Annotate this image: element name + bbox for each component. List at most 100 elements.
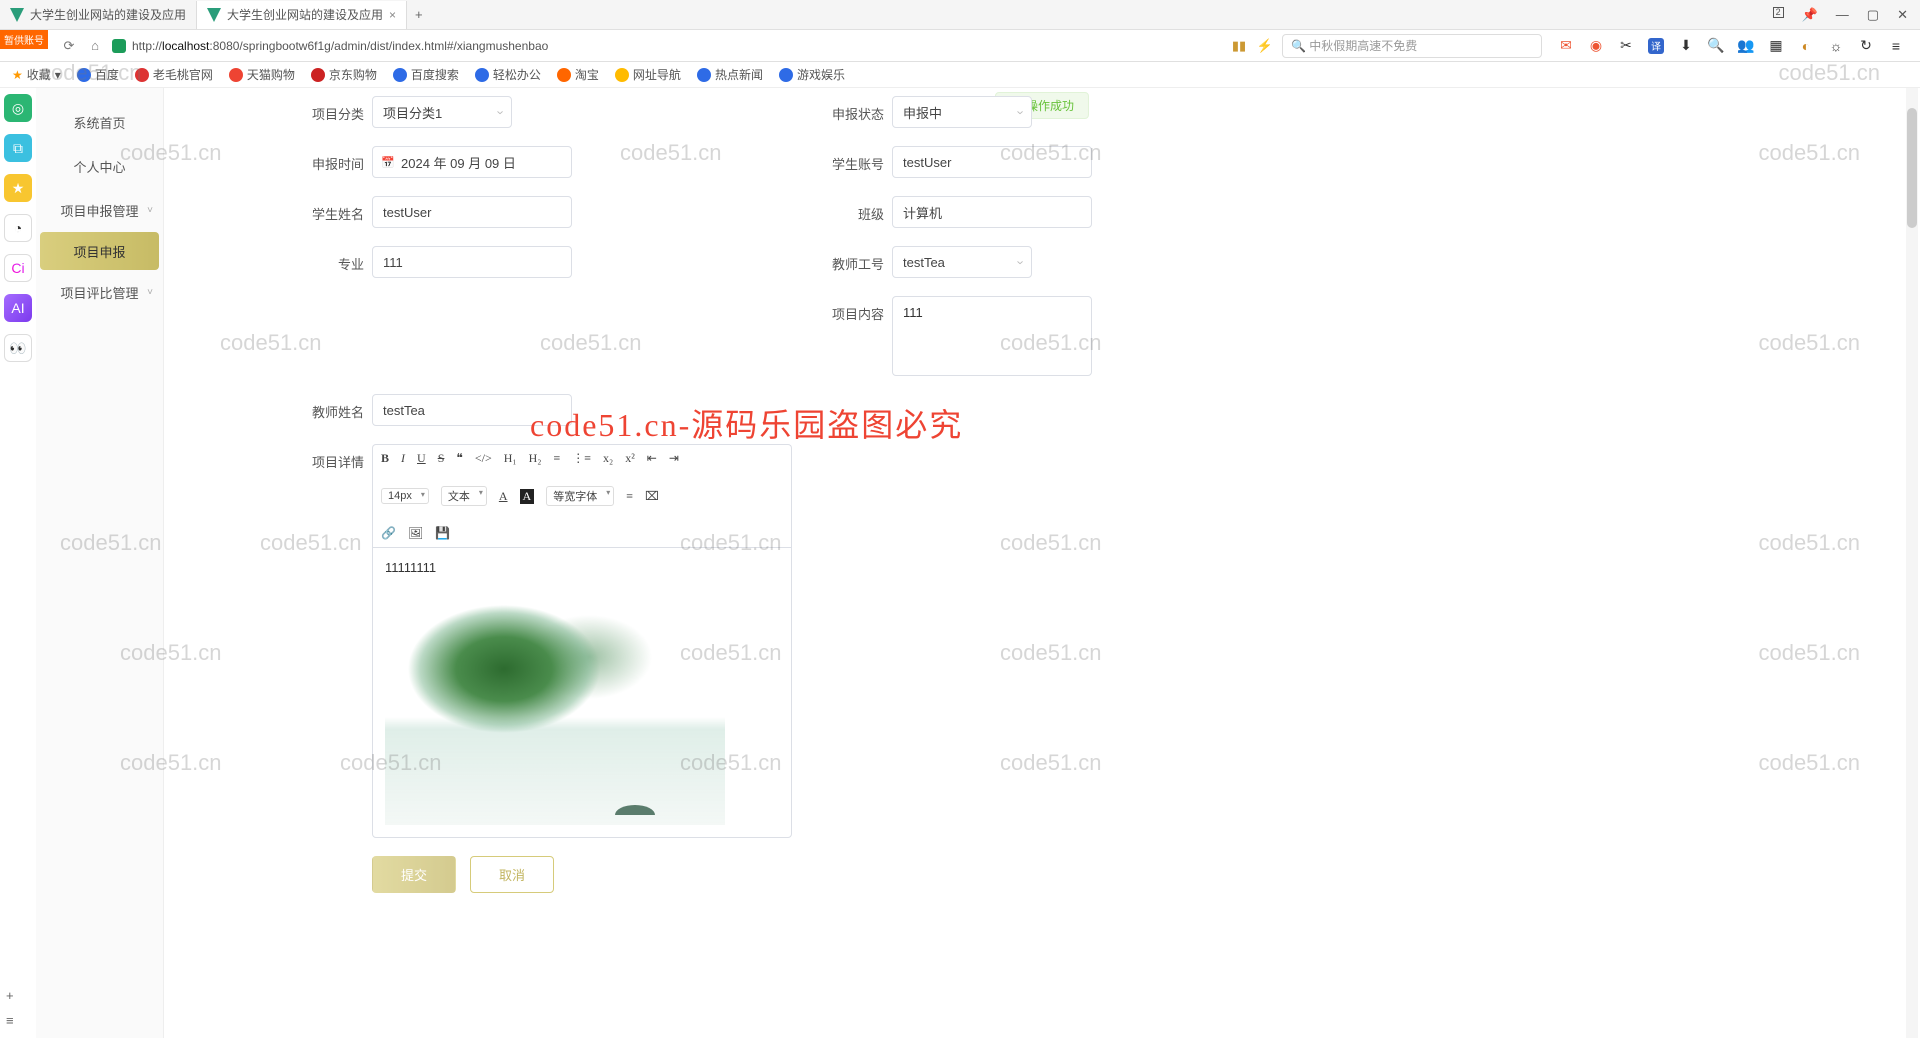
bg-color-icon[interactable]: A [520, 489, 535, 504]
new-tab-button[interactable]: + [407, 7, 431, 22]
flash-icon[interactable]: ⚡ [1256, 38, 1274, 54]
close-icon[interactable]: × [389, 8, 396, 22]
bookmark-item[interactable]: 轻松办公 [475, 66, 541, 83]
field-detail: 项目详情 B I U S ❝ </> H₁ H₂ ≡ ⋮≡ x₂ x² [294, 444, 1294, 838]
content-textarea[interactable]: 111 [892, 296, 1092, 376]
bookmark-item[interactable]: 老毛桃官网 [135, 66, 213, 83]
student-account-input[interactable]: testUser [892, 146, 1092, 178]
editor-image[interactable] [385, 585, 725, 825]
sidebar-item-evaluate-manage[interactable]: 项目评比管理 [36, 270, 163, 314]
indent-icon[interactable]: ⇤ [647, 451, 657, 466]
minimize-icon[interactable]: — [1836, 7, 1849, 23]
image-icon[interactable]: 🖼 [408, 526, 423, 541]
vertical-scrollbar[interactable] [1906, 88, 1918, 1038]
launcher-icon[interactable]: ◎ [4, 94, 32, 122]
ul-icon[interactable]: ⋮≡ [572, 451, 591, 466]
underline-icon[interactable]: U [417, 451, 426, 466]
maximize-icon[interactable]: ▢ [1867, 7, 1879, 23]
home-button[interactable]: ⌂ [86, 38, 104, 53]
browser-tab[interactable]: 大学生创业网站的建设及应用 × [197, 1, 407, 29]
bold-icon[interactable]: B [381, 451, 389, 466]
window-controls: 2 📌 — ▢ ✕ [1761, 7, 1920, 23]
launcher-icon[interactable]: ★ [4, 174, 32, 202]
bookmark-item[interactable]: 天猫购物 [229, 66, 295, 83]
list-icon[interactable]: ≡ [6, 1013, 14, 1028]
pin-icon[interactable]: 📌 [1802, 7, 1818, 23]
bookmark-item[interactable]: 百度 [77, 66, 119, 83]
field-teacher-id: 教师工号 testTea [814, 246, 1294, 278]
sub-icon[interactable]: x₂ [603, 451, 613, 466]
h1-icon[interactable]: H₁ [504, 451, 517, 466]
font-size-select[interactable]: 14px [381, 488, 429, 504]
major-input[interactable]: 111 [372, 246, 572, 278]
grid-icon[interactable]: ▦ [1768, 38, 1784, 54]
erase-icon[interactable]: ⌧ [645, 489, 659, 504]
tab-count-icon[interactable]: 2 [1773, 7, 1784, 18]
translate-icon[interactable]: 译 [1648, 38, 1664, 54]
editor-body[interactable]: 11111111 [372, 547, 792, 838]
plus-icon[interactable]: + [6, 988, 14, 1003]
teacher-id-select[interactable]: testTea [892, 246, 1032, 278]
bookmark-item[interactable]: 游戏娱乐 [779, 66, 845, 83]
cancel-button[interactable]: 取消 [470, 856, 554, 893]
address-bar: ‹ › ⟳ ⌂ http://localhost:8080/springboot… [0, 30, 1920, 62]
launcher-icon[interactable]: Ci [4, 254, 32, 282]
weibo-icon[interactable]: ◉ [1588, 38, 1604, 54]
student-name-input[interactable]: testUser [372, 196, 572, 228]
font-family-select[interactable]: 等宽字体 [546, 486, 614, 506]
scissors-icon[interactable]: ✂ [1618, 38, 1634, 54]
launcher-icon[interactable]: ◔ [4, 214, 32, 242]
sidebar-item-home[interactable]: 系统首页 [36, 100, 163, 144]
status-select[interactable]: 申报中 [892, 96, 1032, 128]
search-icon: 🔍 [1291, 39, 1306, 53]
extension-icon[interactable]: 🔍 [1708, 38, 1724, 54]
code-icon[interactable]: </> [475, 451, 492, 466]
scrollbar-thumb[interactable] [1907, 108, 1917, 228]
download-icon[interactable]: ⬇ [1678, 38, 1694, 54]
refresh-icon[interactable]: ↻ [1858, 38, 1874, 54]
reload-button[interactable]: ⟳ [60, 38, 78, 54]
favorites-button[interactable]: ★收藏 ▾ [12, 66, 61, 83]
close-window-icon[interactable]: ✕ [1897, 7, 1908, 23]
launcher-icon[interactable]: 👀 [4, 334, 32, 362]
sidebar-item-profile[interactable]: 个人中心 [36, 144, 163, 188]
teacher-name-input[interactable]: testTea [372, 394, 572, 426]
browser-tab[interactable]: 大学生创业网站的建设及应用 [0, 1, 197, 29]
bookmark-item[interactable]: 京东购物 [311, 66, 377, 83]
menu-icon[interactable]: ≡ [1888, 38, 1904, 54]
bookmark-item[interactable]: 网址导航 [615, 66, 681, 83]
browser-titlebar: 大学生创业网站的建设及应用 大学生创业网站的建设及应用 × + 2 📌 — ▢ … [0, 0, 1920, 30]
text-color-icon[interactable]: A [499, 489, 508, 504]
bookmark-item[interactable]: 百度搜索 [393, 66, 459, 83]
class-input[interactable]: 计算机 [892, 196, 1092, 228]
sun-icon[interactable]: ☼ [1828, 38, 1844, 54]
search-input[interactable]: 🔍 中秋假期高速不免费 [1282, 34, 1542, 58]
align-left-icon[interactable]: ≡ [626, 489, 633, 504]
circle-icon[interactable]: ◐ [1798, 38, 1814, 54]
sup-icon[interactable]: x² [625, 451, 635, 466]
font-style-select[interactable]: 文本 [441, 486, 487, 506]
ol-icon[interactable]: ≡ [553, 451, 560, 466]
app-root: 系统首页 个人中心 项目申报管理 项目申报 项目评比管理 ✔ 操作成功 项目分类… [36, 88, 1920, 1038]
sidebar-item-apply-manage[interactable]: 项目申报管理 [36, 188, 163, 232]
apply-time-input[interactable]: 2024 年 09 月 09 日 [372, 146, 572, 178]
bookmark-item[interactable]: 热点新闻 [697, 66, 763, 83]
launcher-icon[interactable]: ⧉ [4, 134, 32, 162]
mail-icon[interactable]: ✉ [1558, 38, 1574, 54]
scan-icon[interactable]: ▮▮ [1230, 38, 1248, 54]
italic-icon[interactable]: I [401, 451, 405, 466]
category-select[interactable]: 项目分类1 [372, 96, 512, 128]
sidebar-item-apply[interactable]: 项目申报 [40, 232, 159, 270]
bookmark-item[interactable]: 淘宝 [557, 66, 599, 83]
field-apply-time: 申报时间 2024 年 09 月 09 日 [294, 146, 774, 178]
outdent-icon[interactable]: ⇥ [669, 451, 679, 466]
link-icon[interactable]: 🔗 [381, 526, 396, 541]
quote-icon[interactable]: ❝ [456, 451, 462, 466]
submit-button[interactable]: 提交 [372, 856, 456, 893]
strike-icon[interactable]: S [438, 451, 445, 466]
save-icon[interactable]: 💾 [435, 526, 450, 541]
url-field[interactable]: http://localhost:8080/springbootw6f1g/ad… [112, 39, 1222, 53]
launcher-icon[interactable]: AI [4, 294, 32, 322]
people-icon[interactable]: 👥 [1738, 38, 1754, 54]
h2-icon[interactable]: H₂ [529, 451, 542, 466]
